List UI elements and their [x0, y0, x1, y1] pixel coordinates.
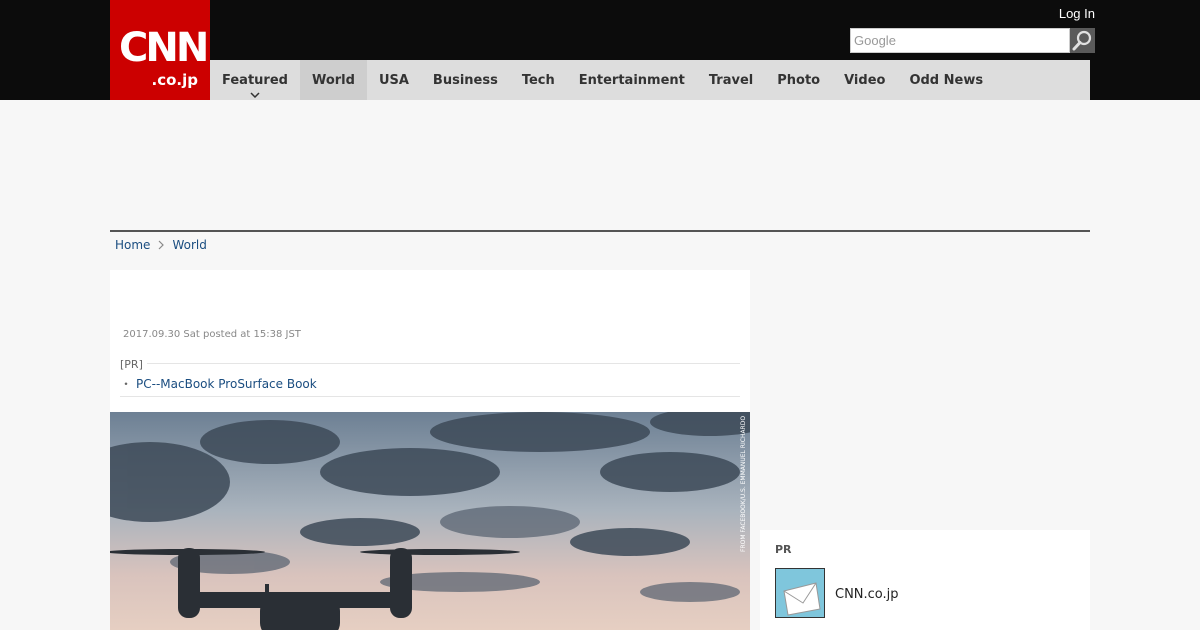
nav-item-photo[interactable]: Photo [765, 60, 832, 100]
nav-item-label: World [311, 72, 355, 88]
breadcrumb: Home World [115, 238, 207, 252]
nav-item-entertainment[interactable]: Entertainment [567, 60, 697, 100]
sidebar-pr-name[interactable]: CNN.co.jp [835, 587, 899, 602]
osprey-photo [110, 412, 750, 630]
nav-item-label: Travel [708, 72, 754, 88]
search-button[interactable] [1070, 28, 1095, 53]
nav-item-label: Business [432, 72, 498, 88]
bullet: ・ [120, 377, 133, 391]
nav-item-video[interactable]: Video [832, 60, 897, 100]
nav-item-label: Entertainment [578, 72, 685, 88]
nav-item-label: Odd News [909, 72, 984, 88]
pr-tag: [PR] [120, 358, 147, 371]
pr-link[interactable]: PC--MacBook ProSurface Book [136, 377, 317, 391]
search-input[interactable]: Google [850, 28, 1070, 53]
sidebar-pr-label: PR [775, 543, 792, 556]
main-nav: Featured World USA Business Tech Enterta… [210, 60, 1090, 100]
nav-item-label: USA [378, 72, 409, 88]
top-bar: CNN .co.jp Log In Google Featured World … [0, 0, 1200, 100]
posted-timestamp: 2017.09.30 Sat posted at 15:38 JST [123, 329, 301, 340]
nav-item-world[interactable]: World [299, 60, 367, 100]
nav-item-featured[interactable]: Featured [210, 60, 300, 100]
search-icon [1072, 30, 1092, 51]
photo-credit: FROM FACEBOOK/U.S. EMMANUEL RICHARDO [740, 415, 747, 552]
ad-divider [110, 230, 1090, 232]
nav-item-label: Tech [521, 72, 555, 88]
nav-item-label: Video [844, 72, 886, 88]
pr-links: [PR] ・ PC--MacBook ProSurface Book [120, 358, 740, 397]
pr-list-item: ・ PC--MacBook ProSurface Book [120, 375, 317, 392]
nav-item-usa[interactable]: USA [367, 60, 421, 100]
breadcrumb-home[interactable]: Home [115, 238, 150, 252]
nav-item-label: Featured [222, 72, 288, 88]
breadcrumb-world[interactable]: World [172, 238, 206, 252]
article-card: 2017.09.30 Sat posted at 15:38 JST [PR] … [110, 270, 750, 630]
nav-item-tech[interactable]: Tech [510, 60, 567, 100]
cnn-logo[interactable]: CNN .co.jp [110, 0, 210, 100]
nav-item-odd-news[interactable]: Odd News [897, 60, 995, 100]
sidebar-pr: PR CNN.co.jp [760, 530, 1090, 630]
nav-item-business[interactable]: Business [421, 60, 510, 100]
chevron-down-icon [250, 92, 260, 98]
article-photo[interactable]: FROM FACEBOOK/U.S. EMMANUEL RICHARDO [110, 412, 750, 630]
login-link[interactable]: Log In [1059, 6, 1095, 21]
envelope-icon [776, 569, 824, 617]
logo-mark: CNN [119, 25, 209, 71]
logo-sub: .co.jp [151, 71, 198, 89]
sidebar-pr-thumbnail[interactable] [775, 568, 825, 618]
nav-item-label: Photo [777, 72, 821, 88]
nav-item-travel[interactable]: Travel [697, 60, 765, 100]
chevron-right-icon [159, 240, 165, 250]
